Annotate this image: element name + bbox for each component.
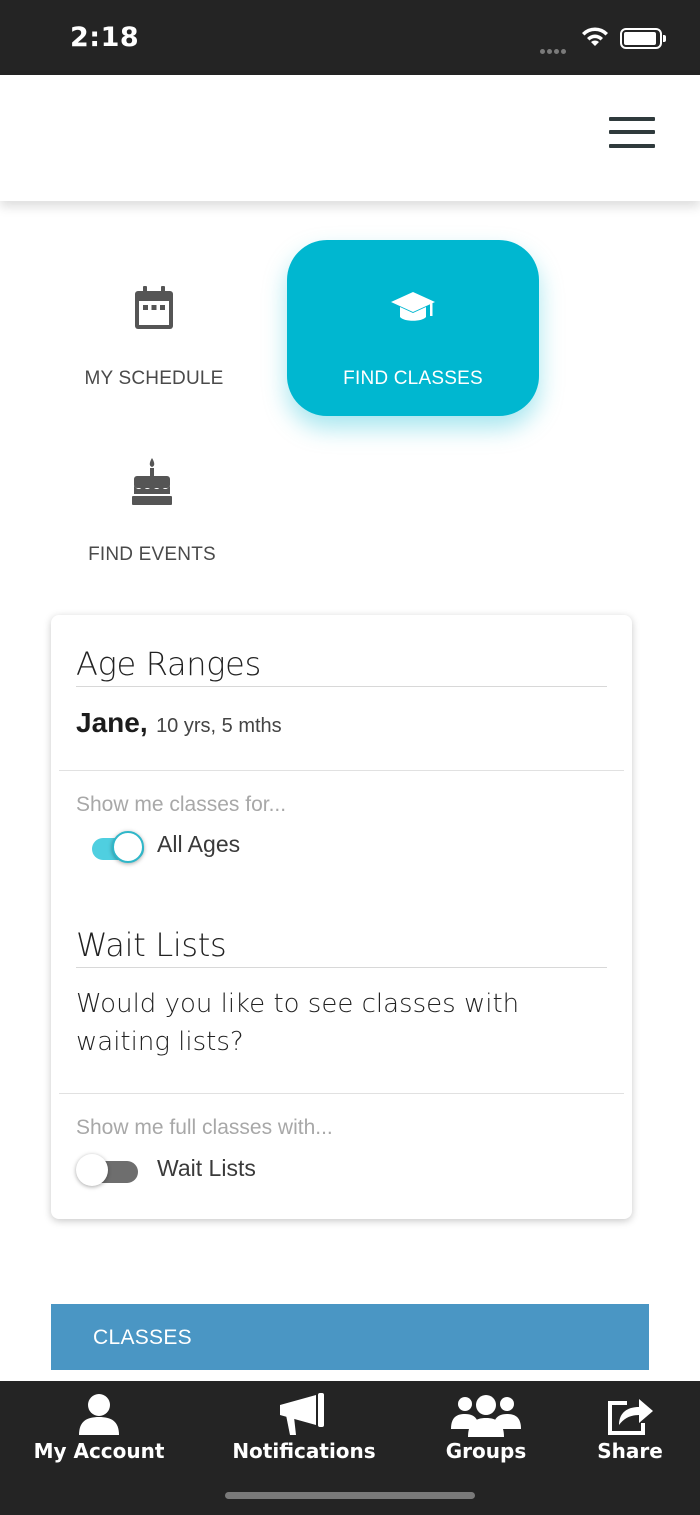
age-ranges-heading: Age Ranges bbox=[76, 645, 607, 687]
cellular-signal-icon bbox=[540, 41, 568, 59]
tab-label: My Account bbox=[33, 1439, 165, 1463]
wait-hint-text: Show me full classes with... bbox=[76, 1116, 333, 1139]
graduation-cap-icon bbox=[390, 290, 436, 331]
nav-label-my-schedule: MY SCHEDULE bbox=[84, 368, 224, 389]
status-bar: 2:18 bbox=[0, 0, 700, 75]
filters-card: Age Ranges Jane, 10 yrs, 5 mths Show me … bbox=[51, 615, 632, 1219]
child-info: Jane, 10 yrs, 5 mths bbox=[76, 707, 282, 739]
toggle-knob bbox=[112, 831, 144, 863]
divider bbox=[59, 1093, 624, 1094]
battery-icon bbox=[620, 28, 666, 49]
child-age: 10 yrs, 5 mths bbox=[156, 715, 282, 737]
home-indicator bbox=[225, 1492, 475, 1499]
group-icon bbox=[451, 1393, 521, 1442]
all-ages-label: All Ages bbox=[157, 831, 241, 857]
child-name: Jane, bbox=[76, 707, 148, 738]
tab-label: Notifications bbox=[232, 1439, 376, 1463]
divider bbox=[59, 770, 624, 771]
person-icon bbox=[77, 1393, 121, 1442]
nav-label-find-events: FIND EVENTS bbox=[88, 544, 216, 565]
share-icon bbox=[605, 1393, 655, 1442]
nav-tile-find-classes[interactable]: FIND CLASSES bbox=[287, 240, 539, 416]
tab-label: Groups bbox=[445, 1439, 527, 1463]
age-hint-text: Show me classes for... bbox=[76, 793, 287, 816]
megaphone-icon bbox=[278, 1393, 326, 1442]
hamburger-menu-icon[interactable] bbox=[609, 117, 655, 151]
tab-groups[interactable]: Groups bbox=[436, 1381, 536, 1481]
classes-section-label: CLASSES bbox=[93, 1326, 192, 1349]
birthday-cake-icon bbox=[132, 458, 172, 511]
calendar-icon bbox=[134, 286, 174, 335]
all-ages-toggle[interactable] bbox=[84, 830, 144, 863]
wait-lists-label: Wait Lists bbox=[157, 1155, 256, 1181]
nav-label-find-classes: FIND CLASSES bbox=[343, 368, 483, 389]
tab-notifications[interactable]: Notifications bbox=[228, 1381, 380, 1481]
wait-lists-question: Would you like to see classes with waiti… bbox=[76, 989, 520, 1057]
wifi-icon bbox=[580, 26, 610, 53]
wait-lists-heading: Wait Lists bbox=[76, 926, 607, 968]
status-time: 2:18 bbox=[70, 22, 140, 53]
toggle-knob bbox=[76, 1154, 108, 1186]
tab-share[interactable]: Share bbox=[592, 1381, 668, 1481]
tab-label: Share bbox=[597, 1439, 663, 1463]
tab-my-account[interactable]: My Account bbox=[30, 1381, 168, 1481]
app-header bbox=[0, 75, 700, 201]
classes-section-header: CLASSES bbox=[51, 1304, 649, 1370]
wait-lists-toggle[interactable] bbox=[76, 1153, 138, 1186]
nav-tile-find-events[interactable]: FIND EVENTS bbox=[50, 430, 254, 580]
nav-tile-my-schedule[interactable]: MY SCHEDULE bbox=[50, 240, 258, 416]
